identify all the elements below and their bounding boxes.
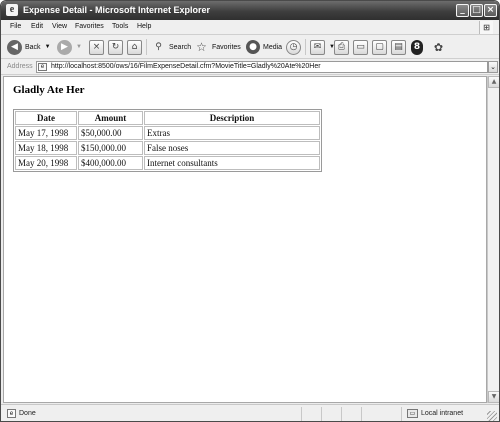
discuss-icon: ▢ xyxy=(372,39,387,55)
table-row: May 18, 1998 $150,000.00 False noses xyxy=(15,141,320,155)
page-title: Gladly Ate Her xyxy=(13,84,85,96)
table-row: May 20, 1998 $400,000.00 Internet consul… xyxy=(15,156,320,170)
status-divider xyxy=(301,407,302,421)
media-icon: ● xyxy=(246,40,260,54)
standard-toolbar: ◀ Back ▼ ▶ ▼ × ↻ ⌂ ⚲ Search ☆ Favorites … xyxy=(1,35,499,59)
forward-dropdown-icon[interactable]: ▼ xyxy=(76,44,82,50)
messenger-button[interactable]: 8 xyxy=(411,38,423,56)
expense-table: Date Amount Description May 17, 1998 $50… xyxy=(13,109,322,172)
edit-icon: ▭ xyxy=(353,39,368,55)
cell-amount: $400,000.00 xyxy=(78,156,143,170)
favorites-button[interactable]: ☆ Favorites xyxy=(194,38,241,56)
cell-date: May 20, 1998 xyxy=(15,156,77,170)
vertical-scrollbar[interactable]: ▲ ▼ xyxy=(487,76,499,403)
home-icon: ⌂ xyxy=(127,39,142,55)
mail-button[interactable]: ✉ ▼ xyxy=(310,38,335,56)
print-icon: ⎙ xyxy=(334,39,349,55)
history-button[interactable]: ◷ xyxy=(286,38,301,56)
menu-file[interactable]: File xyxy=(10,23,21,30)
column-header-description: Description xyxy=(144,111,320,125)
menu-edit[interactable]: Edit xyxy=(31,23,43,30)
menu-help[interactable]: Help xyxy=(137,23,151,30)
maximize-button[interactable]: □ xyxy=(470,4,483,17)
msn-butterfly-icon: ✿ xyxy=(433,40,444,54)
forward-arrow-icon: ▶ xyxy=(57,39,72,55)
back-button[interactable]: ◀ Back ▼ xyxy=(7,38,51,56)
cell-date: May 17, 1998 xyxy=(15,126,77,140)
cell-description: Internet consultants xyxy=(144,156,320,170)
chevron-down-icon: ⌄ xyxy=(490,63,496,71)
status-divider xyxy=(321,407,322,421)
research-icon: ▤ xyxy=(391,39,406,55)
close-button[interactable]: × xyxy=(484,4,497,17)
minimize-button[interactable]: _ xyxy=(456,4,469,17)
column-header-amount: Amount xyxy=(78,111,143,125)
msn-button[interactable]: ✿ xyxy=(431,38,446,56)
messenger-icon: 8 xyxy=(411,39,423,55)
address-input[interactable]: e http://localhost:8500/ows/16/FilmExpen… xyxy=(36,61,488,73)
page-icon: e xyxy=(38,63,47,71)
toolbar-separator xyxy=(305,39,306,55)
scroll-down-button[interactable]: ▼ xyxy=(488,391,499,403)
status-divider xyxy=(361,407,362,421)
page-content: Gladly Ate Her Date Amount Description M… xyxy=(3,76,487,403)
ie-logo-icon: e xyxy=(6,4,18,16)
address-bar: Address e http://localhost:8500/ows/16/F… xyxy=(1,59,499,75)
mail-icon: ✉ xyxy=(310,39,325,55)
close-icon: × xyxy=(486,5,495,15)
search-button[interactable]: ⚲ Search xyxy=(151,38,191,56)
menu-favorites[interactable]: Favorites xyxy=(75,23,104,30)
home-button[interactable]: ⌂ xyxy=(127,38,142,56)
refresh-icon: ↻ xyxy=(108,39,123,55)
toolbar-separator xyxy=(146,39,147,55)
maximize-icon: □ xyxy=(472,5,481,15)
stop-icon: × xyxy=(89,39,104,55)
menu-bar: File Edit View Favorites Tools Help ⊞ xyxy=(1,20,499,35)
cell-date: May 18, 1998 xyxy=(15,141,77,155)
column-header-date: Date xyxy=(15,111,77,125)
address-dropdown-button[interactable]: ⌄ xyxy=(488,61,498,73)
media-label: Media xyxy=(263,43,283,51)
address-url[interactable]: http://localhost:8500/ows/16/FilmExpense… xyxy=(51,63,321,70)
search-label: Search xyxy=(169,43,192,51)
back-dropdown-icon[interactable]: ▼ xyxy=(45,44,51,50)
window-title: Expense Detail - Microsoft Internet Expl… xyxy=(23,5,211,15)
edit-button[interactable]: ▭ xyxy=(353,38,368,56)
back-arrow-icon: ◀ xyxy=(7,39,22,55)
browser-window: e Expense Detail - Microsoft Internet Ex… xyxy=(0,0,500,422)
title-bar: e Expense Detail - Microsoft Internet Ex… xyxy=(1,1,499,20)
favorites-label: Favorites xyxy=(212,43,241,51)
history-icon: ◷ xyxy=(286,39,301,55)
windows-logo-icon: ⊞ xyxy=(479,21,493,34)
page-status-icon: e xyxy=(7,409,16,418)
scroll-up-button[interactable]: ▲ xyxy=(488,76,499,88)
cell-description: Extras xyxy=(144,126,320,140)
security-zone-label: Local intranet xyxy=(421,410,464,417)
cell-amount: $150,000.00 xyxy=(78,141,143,155)
resize-grip[interactable] xyxy=(487,411,497,421)
media-button[interactable]: ● Media xyxy=(246,38,282,56)
minimize-icon: _ xyxy=(460,5,465,15)
refresh-button[interactable]: ↻ xyxy=(108,38,123,56)
table-row: May 17, 1998 $50,000.00 Extras xyxy=(15,126,320,140)
research-button[interactable]: ▤ xyxy=(391,38,406,56)
menu-view[interactable]: View xyxy=(52,23,67,30)
search-icon: ⚲ xyxy=(155,42,162,52)
discuss-button[interactable]: ▢ xyxy=(372,38,387,56)
stop-button[interactable]: × xyxy=(89,38,104,56)
status-bar: e Done ▭ Local intranet xyxy=(1,404,499,421)
cell-description: False noses xyxy=(144,141,320,155)
forward-button[interactable]: ▶ ▼ xyxy=(57,38,82,56)
cell-amount: $50,000.00 xyxy=(78,126,143,140)
status-divider xyxy=(401,407,402,421)
favorites-star-icon: ☆ xyxy=(196,40,207,54)
table-header-row: Date Amount Description xyxy=(15,111,320,125)
print-button[interactable]: ⎙ xyxy=(334,38,349,56)
status-divider xyxy=(341,407,342,421)
intranet-zone-icon: ▭ xyxy=(407,409,418,418)
address-label: Address xyxy=(7,63,33,70)
menu-tools[interactable]: Tools xyxy=(112,23,128,30)
back-label: Back xyxy=(25,43,41,51)
status-text: Done xyxy=(19,410,36,417)
